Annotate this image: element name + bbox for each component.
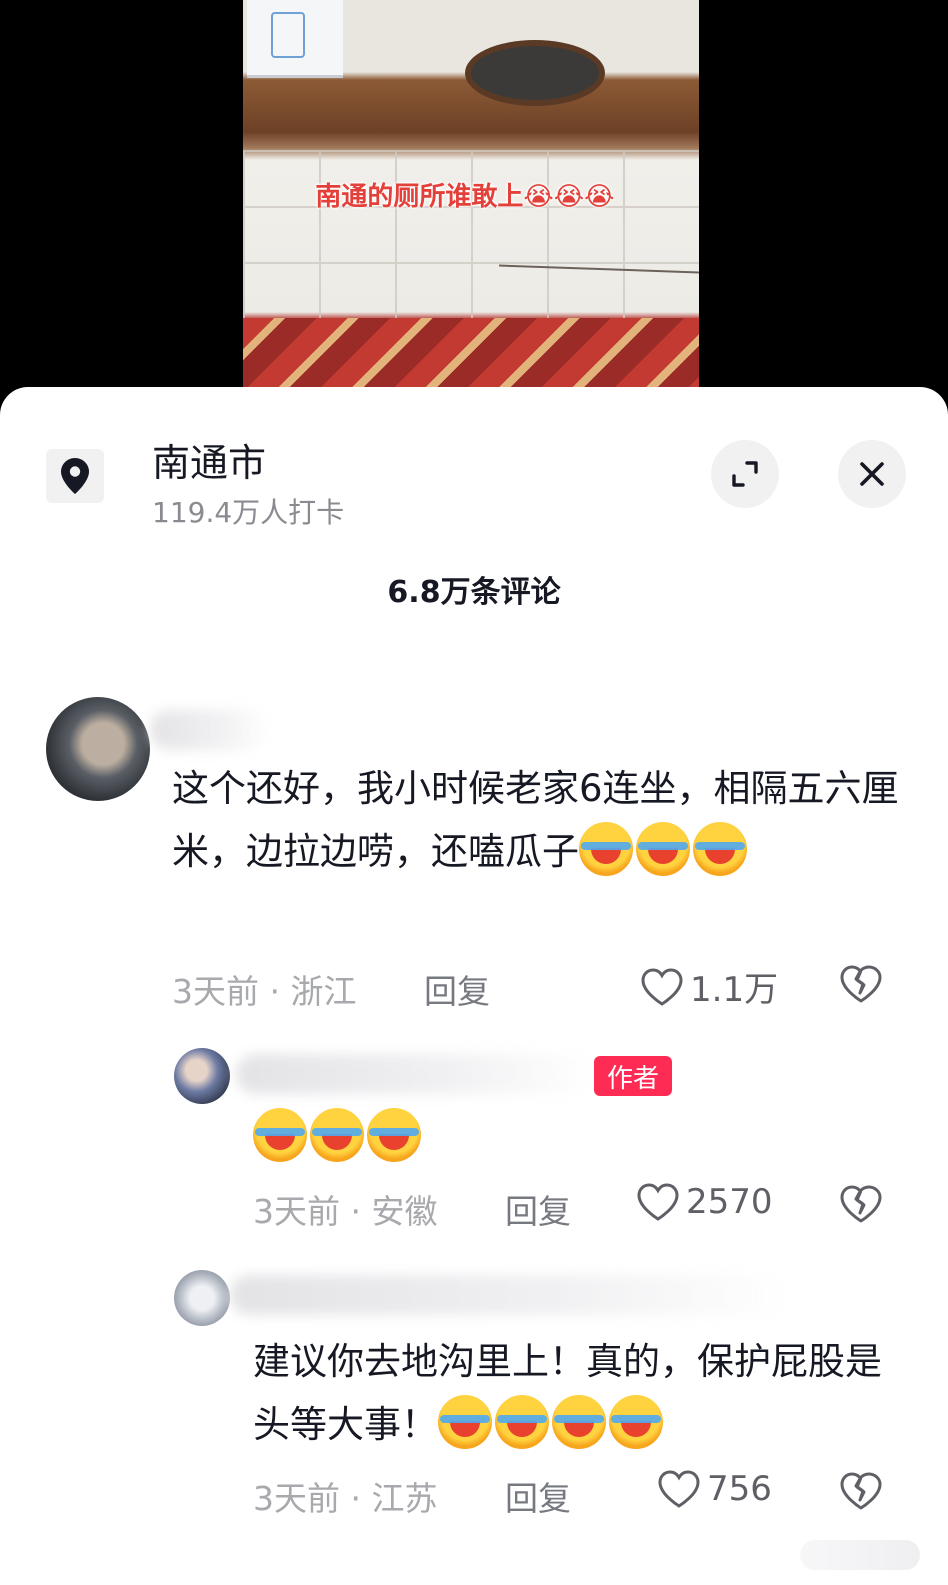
reply-button[interactable]: 回复 — [505, 1185, 571, 1233]
like-count: 1.1万 — [690, 970, 779, 1010]
expand-icon — [732, 461, 758, 487]
laugh-cry-emoji-icon — [552, 1395, 606, 1449]
laugh-cry-emoji-icon — [636, 822, 690, 876]
like-button[interactable]: 2570 — [636, 1182, 773, 1222]
expand-button[interactable] — [711, 440, 779, 508]
commenter-name-blurred[interactable] — [150, 710, 270, 750]
emoji-group — [579, 822, 750, 876]
toilet-hole — [465, 40, 605, 106]
laugh-cry-emoji-icon — [253, 1108, 307, 1162]
author-badge: 作者 — [594, 1056, 672, 1096]
comment-text: 这个还好，我小时候老家6连坐，相隔五六厘米，边拉边唠，还嗑瓜子 — [172, 757, 902, 883]
broken-heart-icon — [840, 1472, 882, 1510]
broken-heart-icon — [840, 965, 882, 1003]
location-name[interactable]: 南通市 — [152, 432, 266, 487]
like-count: 756 — [707, 1469, 772, 1509]
reply-name-blurred[interactable] — [230, 1275, 790, 1315]
like-count: 2570 — [686, 1182, 773, 1222]
laugh-cry-emoji-icon — [495, 1395, 549, 1449]
location-pin-icon — [61, 458, 89, 494]
location-thumbnail[interactable] — [46, 449, 104, 503]
close-icon — [860, 462, 884, 486]
comment-text — [253, 1106, 903, 1169]
commenter-avatar[interactable] — [46, 697, 150, 801]
video-background: 南通的厕所谁敢上😭😭😭 — [0, 0, 948, 400]
emoji-group — [253, 1108, 424, 1162]
like-button[interactable]: 756 — [657, 1469, 772, 1509]
reply-avatar[interactable] — [174, 1270, 230, 1326]
dislike-button[interactable] — [838, 1183, 884, 1229]
comment-text: 建议你去地沟里上！真的，保护屁股是头等大事！ — [253, 1330, 913, 1456]
comment-time-region: 3天前 · 浙江 — [172, 972, 357, 1011]
reply-name-blurred[interactable] — [236, 1054, 596, 1094]
dislike-button[interactable] — [838, 963, 884, 1009]
laugh-cry-emoji-icon — [438, 1395, 492, 1449]
reply-button[interactable]: 回复 — [424, 965, 490, 1013]
dislike-button[interactable] — [838, 1470, 884, 1516]
reply-avatar[interactable] — [174, 1048, 230, 1104]
location-checkins: 119.4万人打卡 — [152, 496, 345, 529]
video-caption: 南通的厕所谁敢上😭😭😭 — [315, 182, 615, 212]
laugh-cry-emoji-icon — [579, 822, 633, 876]
laugh-cry-emoji-icon — [367, 1108, 421, 1162]
video-player[interactable]: 南通的厕所谁敢上😭😭😭 — [243, 0, 699, 400]
broken-heart-icon — [840, 1185, 882, 1223]
watermark — [800, 1540, 920, 1570]
laugh-cry-emoji-icon — [609, 1395, 663, 1449]
heart-icon — [641, 967, 683, 1006]
close-button[interactable] — [838, 440, 906, 508]
comments-count: 6.8万条评论 — [387, 575, 561, 610]
laugh-cry-emoji-icon — [693, 822, 747, 876]
laugh-cry-emoji-icon — [310, 1108, 364, 1162]
comment-time-region: 3天前 · 江苏 — [253, 1479, 438, 1518]
like-button[interactable]: 1.1万 — [640, 962, 778, 1011]
comment-time-region: 3天前 · 安徽 — [253, 1192, 438, 1231]
heart-icon — [637, 1183, 679, 1221]
heart-icon — [658, 1470, 700, 1508]
reply-button[interactable]: 回复 — [505, 1472, 571, 1520]
tissue-box — [247, 0, 343, 78]
emoji-group — [438, 1395, 666, 1449]
comment-body: 这个还好，我小时候老家6连坐，相隔五六厘米，边拉边唠，还嗑瓜子 — [172, 767, 899, 873]
